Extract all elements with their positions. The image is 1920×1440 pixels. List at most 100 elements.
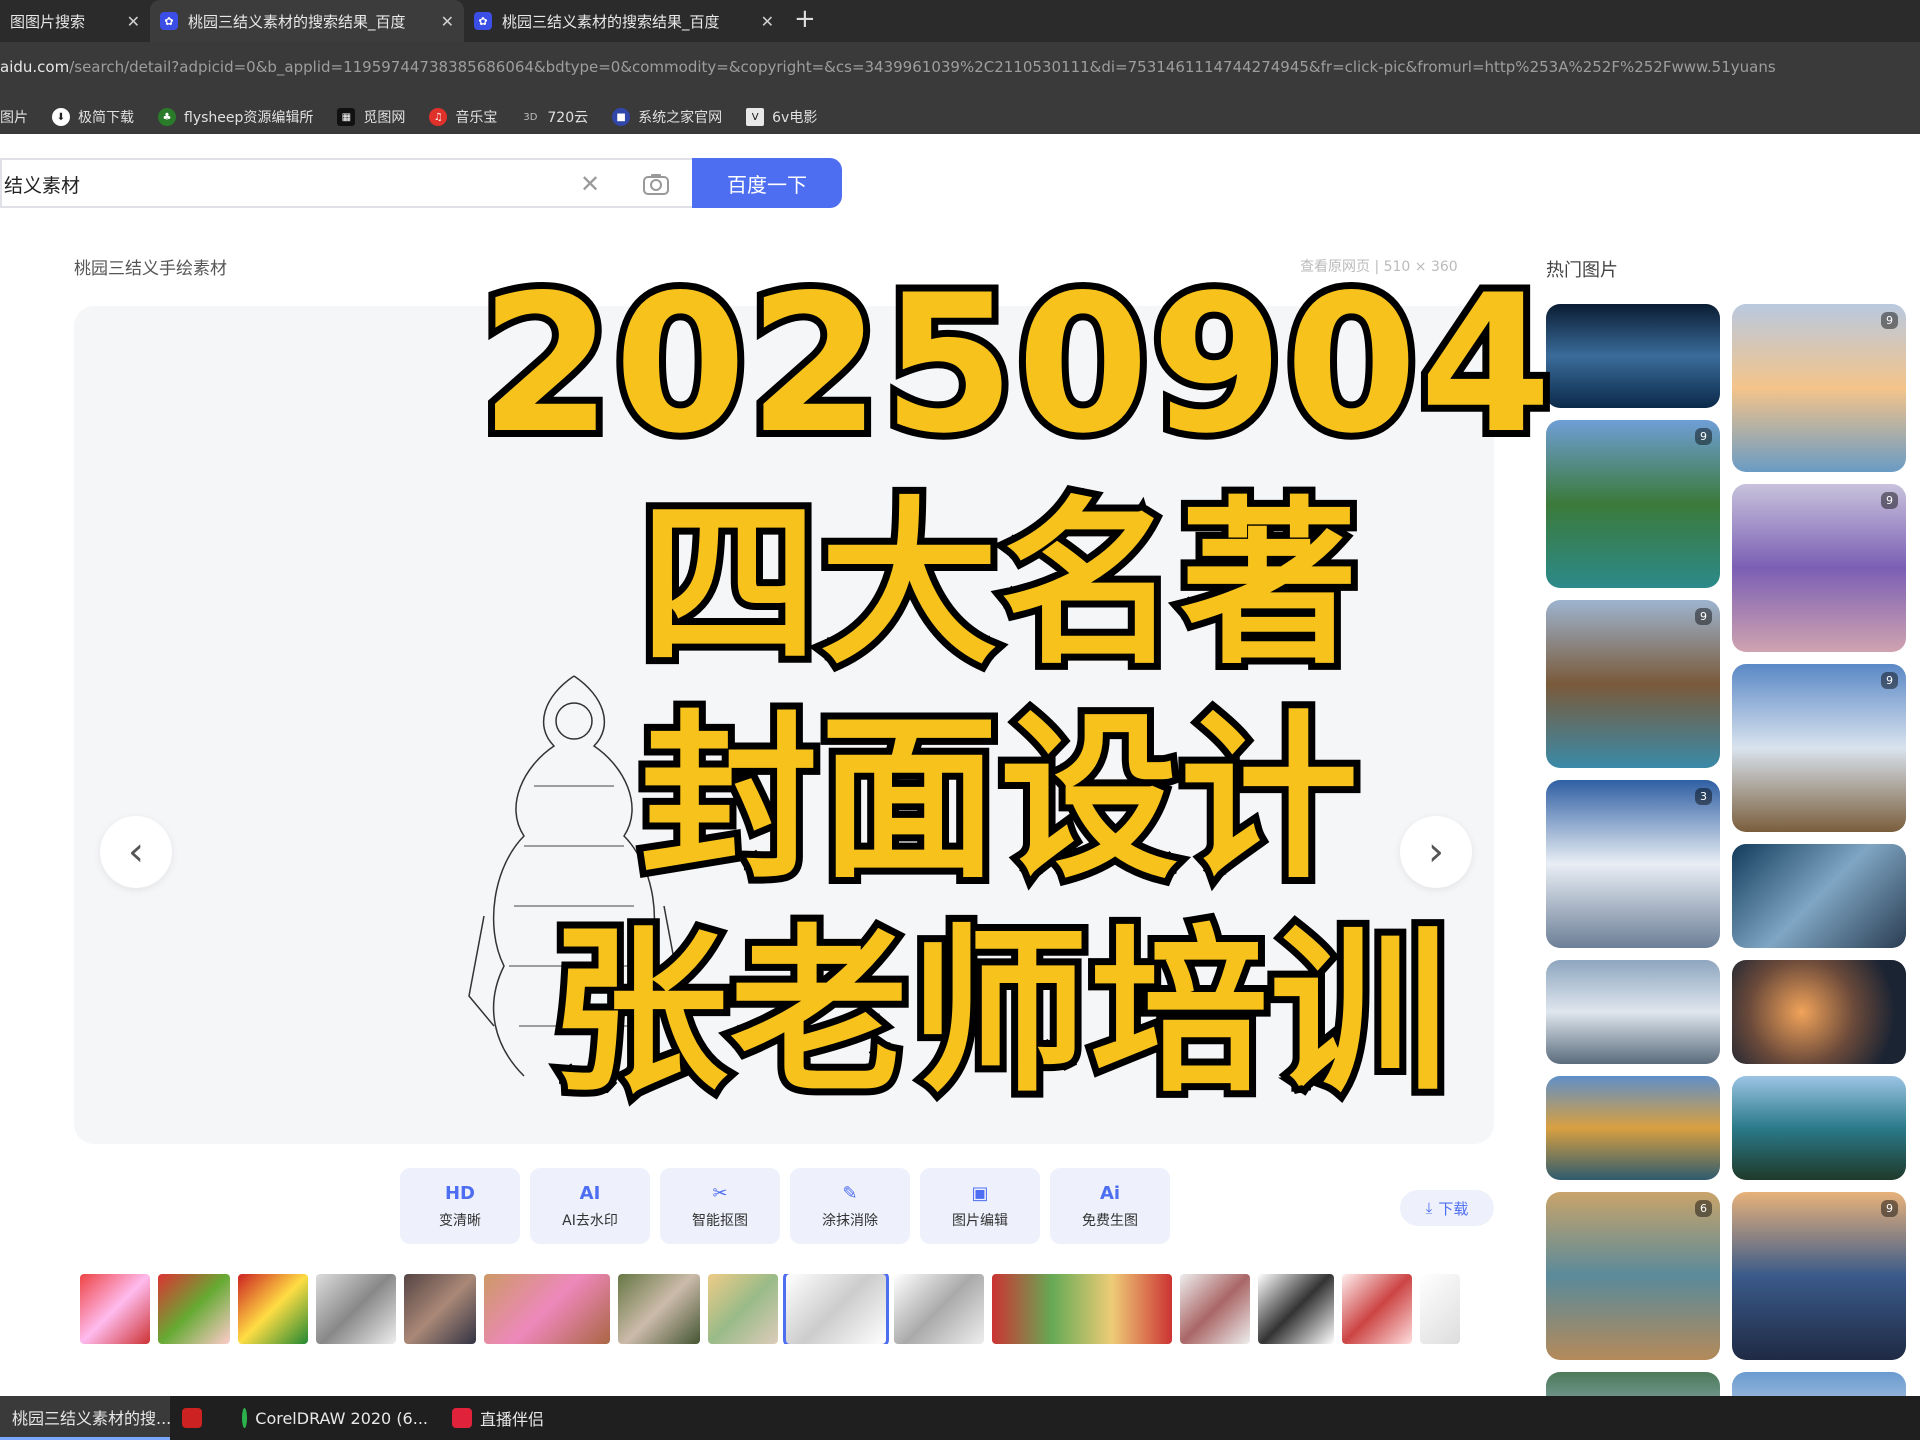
bookmark-item[interactable]: 图片	[0, 107, 28, 127]
thumbnail[interactable]	[316, 1274, 396, 1344]
url-path: /search/detail?adpicid=0&b_applid=119597…	[69, 58, 1776, 76]
hot-image[interactable]: 9	[1732, 664, 1906, 832]
image-edit-button[interactable]: ▣ 图片编辑	[920, 1168, 1040, 1244]
image-meta[interactable]: 查看原网页 | 510 × 360	[1300, 256, 1458, 276]
address-bar[interactable]: aidu.com/search/detail?adpicid=0&b_appli…	[0, 42, 1920, 100]
hot-image[interactable]: 9	[1546, 420, 1720, 588]
thumbnail[interactable]	[708, 1274, 778, 1344]
bookmark-item[interactable]: ♫ 音乐宝	[429, 107, 497, 127]
gallery-count-badge: 3	[1695, 788, 1712, 805]
hot-image[interactable]: 9	[1732, 304, 1906, 472]
gallery-count-badge: 9	[1881, 492, 1898, 509]
thumbnail[interactable]	[992, 1274, 1172, 1344]
hot-image[interactable]	[1546, 960, 1720, 1064]
hot-image[interactable]: 9	[1732, 1192, 1906, 1360]
thumbnail-selected[interactable]	[783, 1274, 889, 1344]
thumbnail[interactable]	[80, 1274, 150, 1344]
clear-icon[interactable]: ✕	[580, 170, 600, 198]
smart-cutout-button[interactable]: ✂ 智能抠图	[660, 1168, 780, 1244]
gallery-count-badge: 9	[1881, 672, 1898, 689]
tab-search-results-active[interactable]: ✿ 桃园三结义素材的搜索结果_百度 ✕	[150, 0, 464, 42]
search-input[interactable]	[2, 172, 546, 196]
gallery-count-badge: 9	[1695, 608, 1712, 625]
remove-watermark-button[interactable]: AI AI去水印	[530, 1168, 650, 1244]
sheep-icon: ♣	[158, 108, 176, 126]
bookmark-item[interactable]: ⬇ 极简下载	[52, 107, 134, 127]
thumbnail[interactable]	[484, 1274, 610, 1344]
page-content: ✕ 百度一下 桃园三结义手绘素材 查看原网页 | 510 × 360 热门图片 …	[0, 134, 1920, 1396]
gallery-count-badge: 9	[1695, 428, 1712, 445]
mitu-icon: ▦	[337, 108, 356, 126]
camera-icon[interactable]	[642, 172, 670, 200]
tab-search-results[interactable]: ✿ 桃园三结义素材的搜索结果_百度 ✕	[464, 0, 784, 42]
taskbar-label: 桃园三结义素材的搜...	[12, 1408, 172, 1428]
hot-image[interactable]	[1546, 1076, 1720, 1180]
tool-label: 图片编辑	[952, 1212, 1008, 1229]
bookmark-item[interactable]: ▦ 觅图网	[337, 107, 405, 127]
image-title: 桃园三结义手绘素材	[74, 259, 227, 279]
prev-arrow-icon[interactable]: ‹	[100, 816, 172, 888]
hot-image[interactable]	[1732, 1372, 1906, 1396]
tool-label: 涂抹消除	[822, 1212, 878, 1229]
thumbnail[interactable]	[1180, 1274, 1250, 1344]
search-button[interactable]: 百度一下	[692, 158, 842, 208]
close-icon[interactable]: ✕	[127, 12, 140, 31]
next-arrow-icon[interactable]: ›	[1400, 816, 1472, 888]
taskbar-live-assistant[interactable]: 直播伴侣	[440, 1396, 560, 1440]
bookmark-item[interactable]: ■ 系统之家官网	[612, 107, 722, 127]
scissors-icon: ✂	[712, 1182, 728, 1204]
thumbnail[interactable]	[1420, 1274, 1460, 1344]
hot-image[interactable]: 9	[1546, 600, 1720, 768]
taskbar-app[interactable]	[170, 1396, 230, 1440]
thumbnail[interactable]	[158, 1274, 230, 1344]
ai-generate-button[interactable]: Ai 免费生图	[1050, 1168, 1170, 1244]
bookmark-label: 音乐宝	[455, 110, 498, 126]
bookmark-label: 图片	[0, 110, 28, 126]
tab-image-search[interactable]: 图图片搜索 ✕	[0, 0, 150, 42]
download-button[interactable]: ⤓ 下载	[1400, 1190, 1494, 1226]
thumbnail[interactable]	[404, 1274, 476, 1344]
film-icon: V	[746, 108, 765, 126]
image-tools: HD 变清晰 AI AI去水印 ✂ 智能抠图 ✎ 涂抹消除 ▣ 图片编辑 Ai 免费生图	[400, 1168, 1180, 1244]
thumbnail-strip	[80, 1274, 1494, 1344]
bookmark-item[interactable]: 3D 720云	[521, 107, 588, 127]
hot-image[interactable]: 6	[1546, 1192, 1720, 1360]
bookmark-item[interactable]: ♣ flysheep资源编辑所	[158, 107, 313, 127]
hot-image[interactable]	[1546, 304, 1720, 408]
close-icon[interactable]: ✕	[441, 12, 454, 31]
browser-tab-bar: 图图片搜索 ✕ ✿ 桃园三结义素材的搜索结果_百度 ✕ ✿ 桃园三结义素材的搜索…	[0, 0, 1920, 42]
bookmark-label: 极简下载	[78, 110, 134, 126]
bookmark-item[interactable]: V 6v电影	[746, 107, 817, 127]
erase-button[interactable]: ✎ 涂抹消除	[790, 1168, 910, 1244]
thumbnail[interactable]	[1342, 1274, 1412, 1344]
url-text[interactable]: aidu.com/search/detail?adpicid=0&b_appli…	[0, 58, 1920, 76]
bookmark-label: 6v电影	[772, 110, 818, 126]
taskbar-browser[interactable]: 桃园三结义素材的搜...	[0, 1396, 172, 1440]
baidu-paw-icon: ✿	[474, 12, 492, 30]
hot-image[interactable]	[1732, 1076, 1906, 1180]
hot-image[interactable]	[1732, 960, 1906, 1064]
new-tab-plus-icon[interactable]: +	[794, 4, 816, 34]
taskbar-label: CorelDRAW 2020 (6...	[255, 1408, 428, 1428]
bookmark-label: 720云	[547, 110, 589, 126]
thumbnail[interactable]	[618, 1274, 700, 1344]
thumbnail[interactable]	[1258, 1274, 1334, 1344]
hot-image[interactable]	[1546, 1372, 1720, 1396]
search-box[interactable]: ✕	[0, 158, 692, 208]
tool-label: AI去水印	[562, 1212, 618, 1229]
hot-image[interactable]	[1732, 844, 1906, 948]
download-icon: ⬇	[52, 108, 70, 126]
live-icon	[452, 1408, 472, 1428]
tool-label: 变清晰	[439, 1212, 481, 1229]
taskbar-coreldraw[interactable]: CorelDRAW 2020 (6...	[230, 1396, 440, 1440]
hot-image[interactable]: 3	[1546, 780, 1720, 948]
thumbnail[interactable]	[894, 1274, 984, 1344]
bookmark-label: 系统之家官网	[638, 110, 723, 126]
vr-icon: 3D	[523, 111, 538, 123]
hot-image[interactable]: 9	[1732, 484, 1906, 652]
image-edit-icon: ▣	[971, 1182, 989, 1204]
thumbnail[interactable]	[238, 1274, 308, 1344]
tool-label: 免费生图	[1082, 1212, 1138, 1229]
close-icon[interactable]: ✕	[761, 12, 774, 31]
enhance-button[interactable]: HD 变清晰	[400, 1168, 520, 1244]
